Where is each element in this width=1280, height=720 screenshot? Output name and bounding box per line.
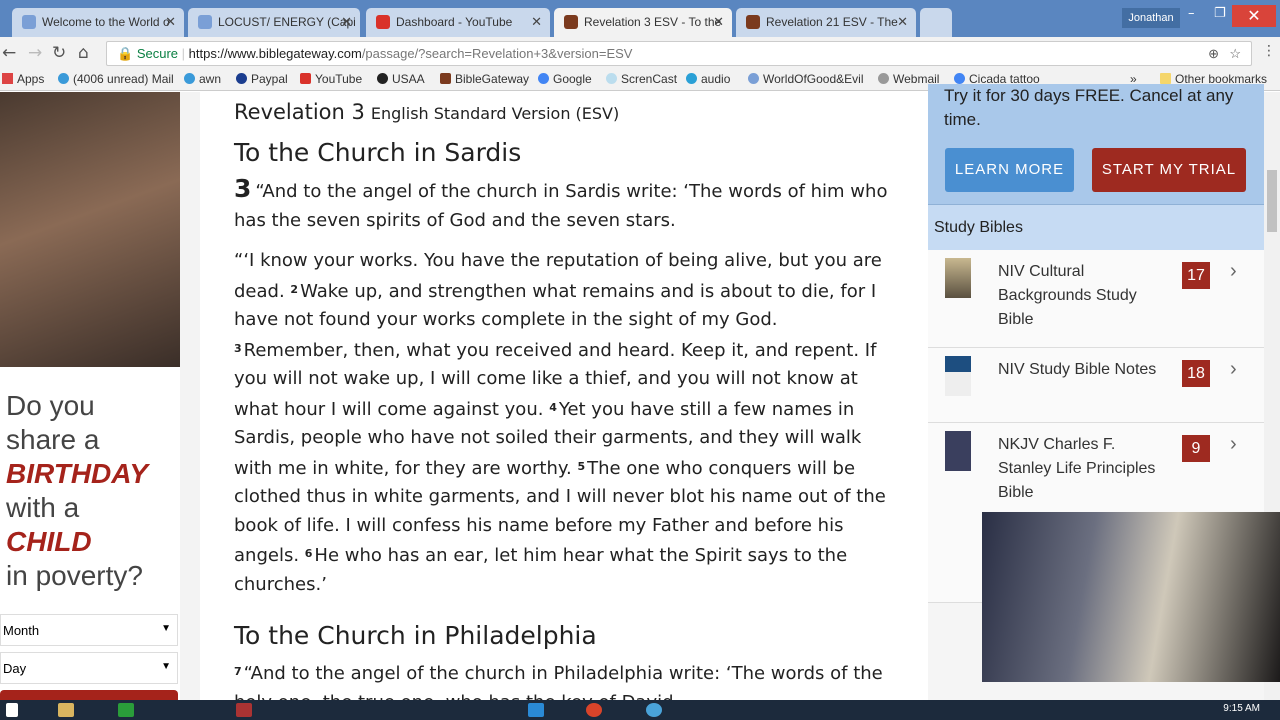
study-bible-item[interactable]: NIV Study Bible Notes 18 › [928,348,1264,423]
tab-favicon-icon [22,15,36,29]
tab-title: Welcome to the World o [42,15,170,29]
bookmark-mail[interactable]: (4006 unread) Mail [58,72,174,86]
app-icon[interactable] [528,703,544,717]
secure-label: Secure [136,46,179,61]
tab-welcome[interactable]: Welcome to the World o ✕ [12,8,184,37]
start-trial-button[interactable]: START MY TRIAL [1092,148,1246,192]
tab-locust[interactable]: LOCUST/ ENERGY (Capi ✕ [188,8,360,37]
child-photo [0,92,180,367]
app-icon[interactable] [236,703,252,717]
browser-titlebar: Welcome to the World o ✕ LOCUST/ ENERGY (… [0,0,1280,37]
biblegateway-icon [746,15,760,29]
bookmark-screncast[interactable]: ScrenCast [606,72,677,86]
chevron-down-icon: ▼ [161,623,171,634]
passage-title: Revelation 3 English Standard Version (ES… [234,100,620,124]
chevron-right-icon: › [1230,260,1237,282]
count-badge: 17 [1182,262,1210,289]
sponsor-ad[interactable]: Do you share a BIRTHDAY with a CHILD in pover… [0,92,180,700]
trial-promo: Try it for 30 days FREE. Cancel at any t… [928,84,1264,204]
close-tab-icon[interactable]: ✕ [165,14,176,30]
close-tab-icon[interactable]: ✕ [531,14,542,30]
forward-icon[interactable]: → [28,43,42,63]
chevron-right-icon: › [1230,358,1237,380]
section-heading: To the Church in Sardis [234,138,522,167]
tab-youtube[interactable]: Dashboard - YouTube ✕ [366,8,550,37]
url-host: https://www.biblegateway.com [188,46,362,61]
explorer-icon[interactable] [58,703,74,717]
address-bar[interactable]: 🔒 Secure | https://www.biblegateway.com/… [106,41,1252,66]
count-badge: 9 [1182,435,1210,462]
bookmark-awn[interactable]: awn [184,72,221,86]
profile-button[interactable]: Jonathan [1122,8,1180,28]
verses-2-6: “‘I know your works. You have the reputa… [234,250,886,595]
tab-title: Dashboard - YouTube [396,15,513,29]
tab-favicon-icon [198,15,212,29]
bookmark-google[interactable]: Google [538,72,592,86]
month-select[interactable]: Month ▼ [0,614,178,646]
start-icon[interactable] [6,703,18,717]
home-icon[interactable]: ⌂ [78,43,89,63]
count-badge: 18 [1182,360,1210,387]
clock: 9:15 AM [1223,703,1260,714]
bookmark-audio[interactable]: audio [686,72,730,86]
tab-title: LOCUST/ ENERGY (Capi [218,15,356,29]
browser-toolbar: ← → ↻ ⌂ 🔒 Secure | https://www.biblegate… [0,37,1280,69]
bookmark-apps[interactable]: Apps [2,72,44,86]
learn-more-button[interactable]: LEARN MORE [945,148,1074,192]
close-window-icon[interactable]: ✕ [1232,5,1276,27]
day-select[interactable]: Day ▼ [0,652,178,684]
lock-icon: 🔒 [117,46,134,61]
study-bibles-heading: Study Bibles [928,204,1264,250]
bookmark-paypal[interactable]: Paypal [236,72,288,86]
scrollbar-thumb[interactable] [1267,170,1277,232]
book-cover [945,431,971,471]
windows-taskbar: 9:15 AM [0,700,1280,720]
bookmark-worldofgoodevil[interactable]: WorldOfGood&Evil [748,72,863,86]
book-cover [945,258,971,298]
book-cover [945,356,971,396]
gutter [180,92,200,700]
new-tab-button[interactable] [920,8,952,37]
chrome-icon[interactable] [586,703,602,717]
tab-revelation-3[interactable]: Revelation 3 ESV - To the ✕ [554,8,732,37]
bookmark-biblegateway[interactable]: BibleGateway [440,72,529,86]
url-path: /passage/?search=Revelation+3&version=ES… [361,46,633,61]
tab-revelation-21[interactable]: Revelation 21 ESV - The ✕ [736,8,916,37]
zoom-icon[interactable]: ⊕ [1208,42,1219,65]
tab-title: Revelation 21 ESV - The [766,15,898,29]
close-tab-icon[interactable]: ✕ [897,14,908,30]
reload-icon[interactable]: ↻ [52,43,66,63]
section-heading: To the Church in Philadelphia [234,621,597,650]
bookmark-usaa[interactable]: USAA [377,72,425,86]
minimize-icon[interactable]: – [1188,6,1195,21]
chevron-right-icon: › [1230,433,1237,455]
close-tab-icon[interactable]: ✕ [713,14,724,30]
webcam-overlay [982,512,1280,682]
verse-1: 3 “And to the angel of the church in Sard… [234,174,888,231]
tab-title: Revelation 3 ESV - To the [584,15,722,29]
bookmark-youtube[interactable]: YouTube [300,72,362,86]
app-icon[interactable] [646,703,662,717]
restore-icon[interactable]: ❐ [1214,6,1226,21]
chevron-down-icon: ▼ [161,661,171,672]
ad-text: Do you share a BIRTHDAY with a CHILD in pover… [6,390,149,591]
study-bible-item[interactable]: NIV Cultural Backgrounds Study Bible 17 › [928,250,1264,348]
close-tab-icon[interactable]: ✕ [341,14,352,30]
menu-icon[interactable]: ⋮ [1262,43,1276,59]
youtube-icon [376,15,390,29]
back-icon[interactable]: ← [2,43,16,63]
ad-submit-button[interactable] [0,690,178,700]
biblegateway-icon [564,15,578,29]
star-icon[interactable]: ☆ [1229,42,1241,65]
passage-content: Revelation 3 English Standard Version (ES… [200,92,928,713]
app-icon[interactable] [118,703,134,717]
